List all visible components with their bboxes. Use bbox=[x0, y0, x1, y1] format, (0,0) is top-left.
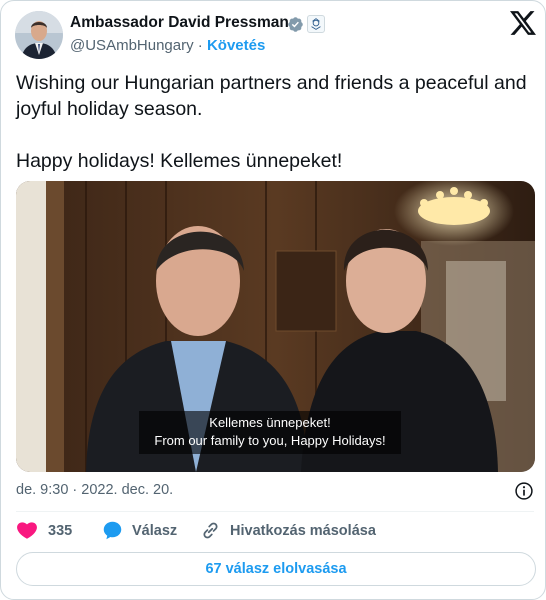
heart-icon[interactable] bbox=[16, 519, 38, 541]
handle-line: @USAmbHungary · Követés bbox=[70, 37, 265, 54]
caption-line-1: Kellemes ünnepeket! bbox=[209, 415, 331, 430]
separator-dot: · bbox=[197, 37, 203, 54]
read-replies-button[interactable]: 67 válasz elolvasása bbox=[16, 552, 536, 586]
tweet-timestamp[interactable]: de. 9:30 · 2022. dec. 20. bbox=[16, 482, 173, 498]
tweet-card: Ambassador David Pressman @USAmbHungary … bbox=[0, 0, 546, 600]
video-caption: Kellemes ünnepeket! From our family to y… bbox=[139, 411, 401, 454]
follow-button[interactable]: Követés bbox=[207, 37, 265, 54]
like-count[interactable]: 335 bbox=[48, 523, 72, 539]
divider bbox=[16, 511, 534, 512]
caption-line-2: From our family to you, Happy Holidays! bbox=[154, 433, 386, 448]
reply-button[interactable]: Válasz bbox=[132, 523, 177, 539]
tweet-paragraph-2: Happy holidays! Kellemes ünnepeket! bbox=[16, 150, 343, 172]
copy-link-button[interactable]: Hivatkozás másolása bbox=[230, 523, 376, 539]
tweet-text: Wishing our Hungarian partners and frien… bbox=[16, 70, 538, 174]
government-affiliation-icon bbox=[307, 15, 325, 33]
author-name[interactable]: Ambassador David Pressman bbox=[70, 14, 289, 32]
x-logo-icon[interactable] bbox=[510, 11, 536, 35]
author-handle[interactable]: @USAmbHungary bbox=[70, 37, 194, 54]
tweet-paragraph-1: Wishing our Hungarian partners and frien… bbox=[16, 72, 527, 120]
video-player[interactable]: Kellemes ünnepeket! From our family to y… bbox=[16, 181, 535, 472]
info-icon[interactable] bbox=[514, 481, 534, 501]
avatar[interactable] bbox=[15, 11, 63, 59]
reply-bubble-icon[interactable] bbox=[102, 520, 123, 541]
link-icon[interactable] bbox=[200, 520, 221, 541]
verified-badge-icon bbox=[288, 17, 303, 32]
